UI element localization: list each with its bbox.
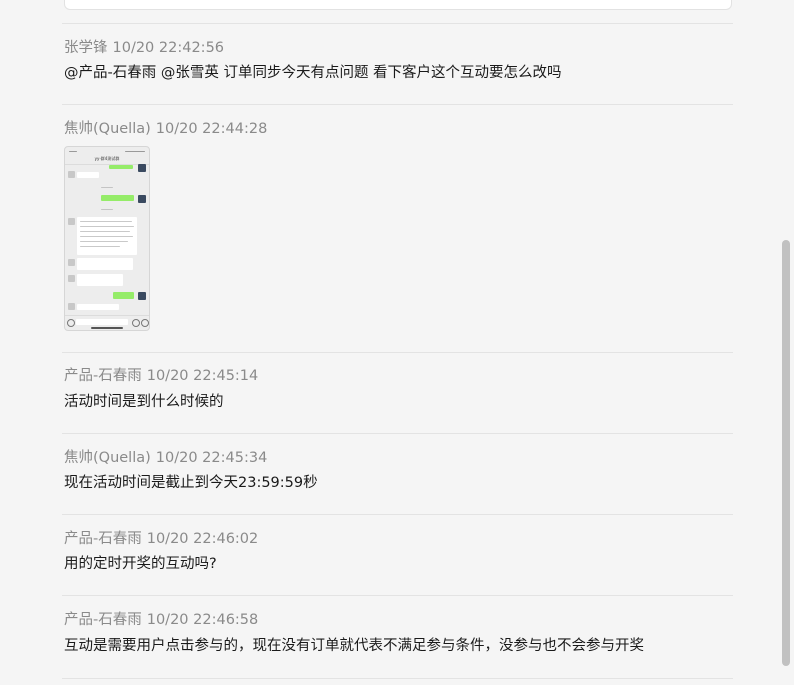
thumbnail-header-title: yy-群4测试群 — [94, 156, 120, 161]
message-item: 张学锋 10/20 22:42:56 @产品-石春雨 @张雪英 订单同步今天有点问… — [62, 23, 733, 104]
message-meta: 张学锋 10/20 22:42:56 — [64, 38, 224, 58]
sender-name[interactable]: 产品-石春雨 — [64, 531, 142, 547]
message-meta: 焦帅(Quella) 10/20 22:45:34 — [64, 448, 267, 468]
message-time: 10/20 22:45:34 — [155, 450, 268, 466]
message-text: @产品-石春雨 @张雪英 订单同步今天有点问题 看下客户这个互动要怎么改吗 — [64, 65, 562, 81]
message-meta: 产品-石春雨 10/20 22:46:58 — [64, 610, 258, 630]
sender-name[interactable]: 产品-石春雨 — [64, 612, 142, 628]
message-item: 产品-石春雨 10/20 22:45:14 活动时间是到什么时候的 — [62, 352, 733, 433]
message-meta: 产品-石春雨 10/20 22:46:02 — [64, 529, 258, 549]
message-item: 焦帅(Quella) 10/20 22:45:34 现在活动时间是截止到今天23:… — [62, 433, 733, 514]
message-time: 10/20 22:46:02 — [146, 531, 259, 547]
message-meta: 产品-石春雨 10/20 22:45:14 — [64, 366, 258, 386]
sender-name[interactable]: 张学锋 — [64, 40, 108, 56]
message-meta: 焦帅(Quella) 10/20 22:44:28 — [64, 119, 267, 139]
sender-name[interactable]: 焦帅(Quella) — [64, 450, 151, 466]
message-time: 10/20 22:45:14 — [146, 368, 259, 384]
message-text: 现在活动时间是截止到今天23:59:59秒 — [64, 475, 318, 491]
message-item: 焦帅(Quella) 10/20 22:44:28 yy-群4测试群 — [62, 104, 733, 352]
message-item: 产品-石春雨 10/20 22:46:02 用的定时开奖的互动吗? — [62, 514, 733, 595]
sender-name[interactable]: 产品-石春雨 — [64, 368, 142, 384]
chat-history-panel[interactable]: 张学锋 10/20 22:42:56 @产品-石春雨 @张雪英 订单同步今天有点问… — [0, 0, 794, 685]
scrollbar-thumb[interactable] — [782, 240, 790, 666]
message-time: 10/20 22:46:58 — [146, 612, 259, 628]
message-time: 10/20 22:42:56 — [112, 40, 225, 56]
chat-screenshot-image[interactable]: yy-群4测试群 — [64, 146, 150, 331]
sender-name[interactable]: 焦帅(Quella) — [64, 121, 151, 137]
message-item: 产品-石春雨 10/20 22:46:58 互动是需要用户点击参与的，现在没有订单… — [62, 595, 733, 679]
message-text: 互动是需要用户点击参与的，现在没有订单就代表不满足参与条件，没参与也不会参与开奖 — [64, 638, 644, 654]
message-text: 用的定时开奖的互动吗? — [64, 556, 217, 572]
previous-message-card — [64, 0, 732, 10]
message-text: 活动时间是到什么时候的 — [64, 394, 224, 410]
message-time: 10/20 22:44:28 — [155, 121, 268, 137]
